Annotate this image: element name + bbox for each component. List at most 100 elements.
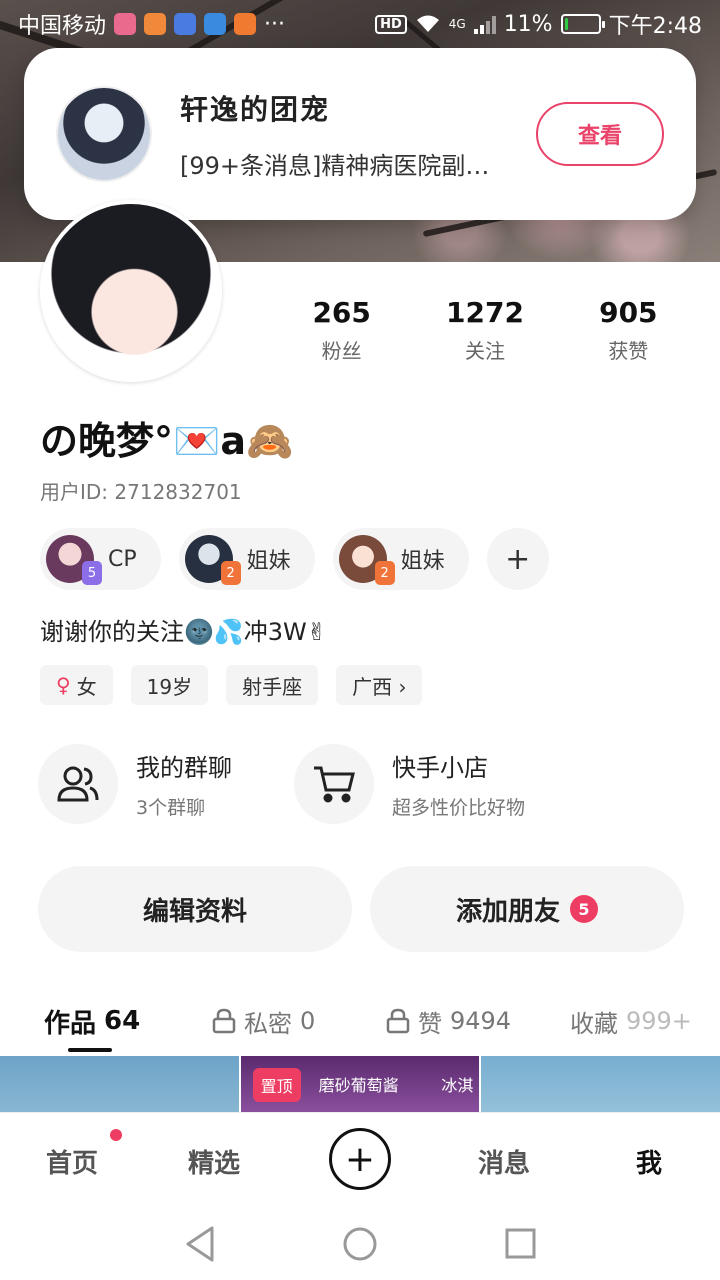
battery-icon bbox=[560, 14, 605, 34]
work-thumbnail[interactable] bbox=[481, 1056, 720, 1112]
female-icon: ♀ bbox=[56, 673, 71, 697]
app-notification-icon bbox=[144, 13, 167, 35]
nav-messages[interactable]: 消息 bbox=[478, 1143, 530, 1180]
status-bar: 中国移动 ··· HD 4G 11% 下午2:48 bbox=[0, 0, 720, 48]
system-navigation-bar bbox=[0, 1208, 720, 1280]
likes-count: 905 bbox=[599, 296, 658, 329]
back-icon[interactable] bbox=[186, 1226, 214, 1262]
hd-icon: HD bbox=[375, 14, 407, 34]
tab-count: 999+ bbox=[626, 1007, 692, 1035]
home-unread-dot bbox=[110, 1129, 122, 1141]
relation-label: 姐妹 bbox=[246, 549, 291, 574]
network-type: 4G bbox=[448, 17, 466, 31]
followers-label: 粉丝 bbox=[321, 339, 362, 363]
tab-label: 收藏 bbox=[570, 1009, 618, 1038]
followers-count: 265 bbox=[312, 296, 371, 329]
music-app-icon bbox=[174, 13, 197, 35]
nav-featured[interactable]: 精选 bbox=[188, 1143, 240, 1180]
user-id[interactable]: 用户ID: 2712832701 bbox=[40, 476, 242, 505]
tab-favorites[interactable]: 收藏 999+ bbox=[570, 1004, 692, 1039]
edit-profile-label: 编辑资料 bbox=[142, 896, 247, 927]
tab-count: 0 bbox=[300, 1007, 316, 1035]
notification-title: 轩逸的团宠 bbox=[180, 92, 331, 126]
profile-tags: ♀ 女 19岁 射手座 广西 › bbox=[40, 665, 423, 705]
active-tab-indicator bbox=[68, 1048, 112, 1052]
relation-chip-sister[interactable]: 2 姐妹 bbox=[332, 528, 469, 590]
video-app-icon bbox=[234, 13, 257, 35]
shopping-cart-icon bbox=[294, 744, 374, 824]
relationship-list: 5 CP 2 姐妹 2 姐妹 + bbox=[40, 528, 549, 590]
clock: 下午2:48 bbox=[608, 14, 702, 39]
relation-chip-cp[interactable]: 5 CP bbox=[40, 528, 161, 590]
group-chat-subtitle: 3个群聊 bbox=[136, 797, 206, 819]
notification-message: [99+条消息]精神病医院副… bbox=[180, 151, 490, 180]
pinned-badge: 置顶 bbox=[252, 1068, 301, 1102]
relation-level-badge: 2 bbox=[374, 561, 395, 585]
content-tabs: 作品 64 私密 0 赞 9494 收藏 999+ bbox=[0, 995, 720, 1047]
profile-avatar[interactable] bbox=[40, 200, 222, 382]
carrier-label: 中国移动 bbox=[18, 14, 107, 39]
profile-actions: 编辑资料 添加朋友 5 bbox=[38, 866, 684, 952]
relation-label: CP bbox=[108, 546, 137, 572]
add-friend-count-badge: 5 bbox=[570, 895, 598, 923]
group-chat-entry[interactable]: 我的群聊 3个群聊 bbox=[38, 744, 294, 824]
signal-strength-icon bbox=[473, 14, 496, 34]
nav-home[interactable]: 首页 bbox=[46, 1143, 98, 1180]
feature-shortcuts: 我的群聊 3个群聊 快手小店 超多性价比好物 bbox=[38, 744, 550, 824]
view-notification-button[interactable]: 查看 bbox=[536, 102, 664, 166]
relation-level-badge: 5 bbox=[82, 561, 102, 585]
likes-label: 获赞 bbox=[608, 339, 649, 363]
edit-profile-button[interactable]: 编辑资料 bbox=[38, 866, 352, 952]
relation-avatar: 5 bbox=[46, 535, 102, 585]
tab-private[interactable]: 私密 0 bbox=[212, 1004, 315, 1039]
tab-count: 64 bbox=[104, 1006, 141, 1036]
relation-chip-sister[interactable]: 2 姐妹 bbox=[178, 528, 315, 590]
lock-icon bbox=[212, 1008, 236, 1034]
relation-label: 姐妹 bbox=[400, 549, 445, 574]
tab-label: 私密 bbox=[244, 1009, 292, 1038]
following-stat[interactable]: 1272 关注 bbox=[413, 296, 556, 364]
tab-label: 赞 bbox=[418, 1009, 442, 1038]
app-notification-icon bbox=[114, 13, 137, 35]
relation-avatar: 2 bbox=[338, 535, 395, 585]
work-caption: 磨砂葡萄酱 bbox=[318, 1076, 399, 1095]
group-chat-title: 我的群聊 bbox=[136, 754, 232, 782]
kuaishou-shop-entry[interactable]: 快手小店 超多性价比好物 bbox=[294, 744, 550, 824]
gender-text: 女 bbox=[76, 674, 97, 699]
work-thumbnail[interactable] bbox=[0, 1056, 239, 1112]
likes-stat[interactable]: 905 获赞 bbox=[557, 296, 700, 364]
profile-stats: 265 粉丝 1272 关注 905 获赞 bbox=[270, 296, 700, 364]
relation-avatar: 2 bbox=[184, 535, 241, 585]
notification-sender-avatar bbox=[56, 86, 152, 182]
home-icon[interactable] bbox=[343, 1227, 377, 1261]
lock-icon bbox=[386, 1008, 410, 1034]
shop-subtitle: 超多性价比好物 bbox=[392, 797, 526, 819]
browser-app-icon bbox=[204, 13, 227, 35]
following-count: 1272 bbox=[446, 296, 524, 329]
age-tag: 19岁 bbox=[130, 665, 209, 705]
profile-bio: 谢谢你的关注🌚💦冲3W✌ bbox=[40, 618, 327, 646]
wifi-icon bbox=[416, 15, 439, 32]
gender-tag: ♀ 女 bbox=[40, 665, 113, 705]
profile-nickname: の晚梦°💌a🙈 bbox=[40, 419, 294, 463]
relation-level-badge: 2 bbox=[220, 561, 241, 585]
group-chat-icon bbox=[38, 744, 118, 824]
publish-button[interactable]: + bbox=[329, 1128, 391, 1190]
more-notifications-icon: ··· bbox=[264, 11, 285, 37]
shop-title: 快手小店 bbox=[392, 754, 488, 782]
following-label: 关注 bbox=[464, 339, 505, 363]
work-thumbnail[interactable]: 置顶 磨砂葡萄酱 冰淇 bbox=[240, 1056, 480, 1112]
tab-works[interactable]: 作品 64 bbox=[44, 1003, 140, 1040]
add-relation-button[interactable]: + bbox=[486, 528, 549, 590]
add-friend-button[interactable]: 添加朋友 5 bbox=[370, 866, 684, 952]
followers-stat[interactable]: 265 粉丝 bbox=[270, 296, 413, 364]
recent-apps-icon[interactable] bbox=[505, 1228, 536, 1259]
location-tag[interactable]: 广西 › bbox=[336, 665, 423, 705]
battery-percent: 11% bbox=[503, 11, 553, 37]
work-caption: 冰淇 bbox=[441, 1076, 474, 1095]
tab-liked[interactable]: 赞 9494 bbox=[386, 1004, 511, 1039]
works-grid: 置顶 磨砂葡萄酱 冰淇 bbox=[0, 1056, 720, 1112]
tab-label: 作品 bbox=[44, 1008, 97, 1039]
message-notification-card[interactable]: 轩逸的团宠 [99+条消息]精神病医院副… 查看 bbox=[24, 48, 696, 220]
nav-me[interactable]: 我 bbox=[636, 1143, 662, 1180]
